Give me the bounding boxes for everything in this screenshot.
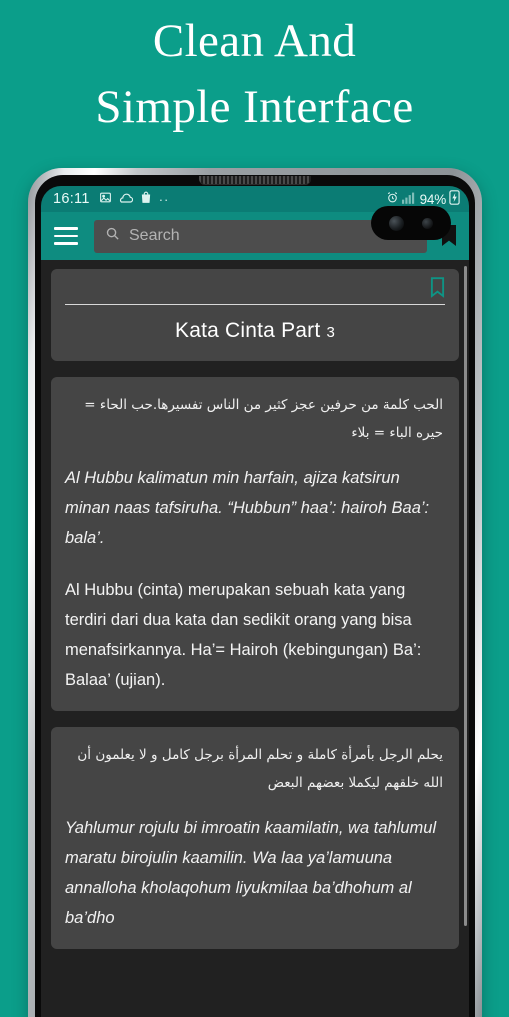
phone-screen: 16:11 ·· 94% Search Kata Cinta Part 3 ال…	[41, 186, 469, 1017]
arabic-text: الحب كلمة من حرفين عجز كثير من الناس تفس…	[84, 397, 443, 441]
status-time: 16:11	[53, 191, 90, 207]
hamburger-bar-2	[54, 234, 78, 238]
hamburger-bar-3	[54, 242, 78, 245]
signal-bars-icon	[401, 191, 417, 207]
promo-stage: Clean And Simple Interface 16:11 ·· 94% …	[0, 0, 509, 1017]
title-divider	[65, 304, 445, 305]
transliteration-text: Al Hubbu kalimatun min harfain, ajiza ka…	[65, 469, 430, 547]
translation-text: Al Hubbu (cinta) merupakan sebuah kata y…	[65, 581, 422, 689]
charging-bolt-icon	[449, 190, 460, 208]
image-icon	[99, 191, 112, 207]
vertical-scrollbar[interactable]	[464, 266, 467, 926]
headline-line-2: Simple Interface	[95, 81, 414, 133]
alarm-icon	[386, 191, 399, 207]
phone-frame: 16:11 ·· 94% Search Kata Cinta Part 3 ال…	[28, 168, 482, 1017]
promo-headline: Clean And Simple Interface	[0, 8, 509, 140]
cloud-icon	[119, 191, 133, 207]
transliteration-text: Yahlumur rojulu bi imroatin kaamilatin, …	[65, 819, 437, 927]
page-title: Kata Cinta Part 3	[65, 319, 445, 343]
hamburger-menu-icon[interactable]	[54, 227, 78, 245]
content-scroll-area[interactable]: Kata Cinta Part 3 الحب كلمة من حرفين عجز…	[41, 260, 469, 1017]
earpiece-speaker-icon	[199, 176, 311, 185]
headline-line-1: Clean And	[152, 15, 357, 67]
quote-card: يحلم الرجل بأمرأة كاملة و تحلم المرأة بر…	[51, 727, 459, 949]
camera-lens-secondary-icon	[422, 217, 433, 229]
search-placeholder-text: Search	[129, 227, 180, 244]
bookmark-outline-icon[interactable]	[430, 277, 445, 298]
status-notification-icons: ··	[99, 191, 170, 207]
phone-bezel: 16:11 ·· 94% Search Kata Cinta Part 3 ال…	[35, 175, 475, 1017]
battery-percent: 94%	[419, 191, 447, 207]
search-icon	[105, 226, 120, 246]
hamburger-bar-1	[54, 227, 78, 230]
page-title-main: Kata Cinta Part	[175, 319, 321, 342]
shopping-bag-icon	[140, 191, 152, 207]
page-title-part-number: 3	[326, 324, 335, 341]
quote-card: الحب كلمة من حرفين عجز كثير من الناس تفس…	[51, 377, 459, 711]
front-camera-cutout	[371, 206, 451, 240]
arabic-text: يحلم الرجل بأمرأة كاملة و تحلم المرأة بر…	[77, 747, 443, 791]
more-dots-icon: ··	[158, 191, 170, 207]
camera-lens-icon	[389, 215, 404, 231]
chapter-title-card: Kata Cinta Part 3	[51, 269, 459, 361]
title-bookmark-row	[65, 277, 445, 298]
